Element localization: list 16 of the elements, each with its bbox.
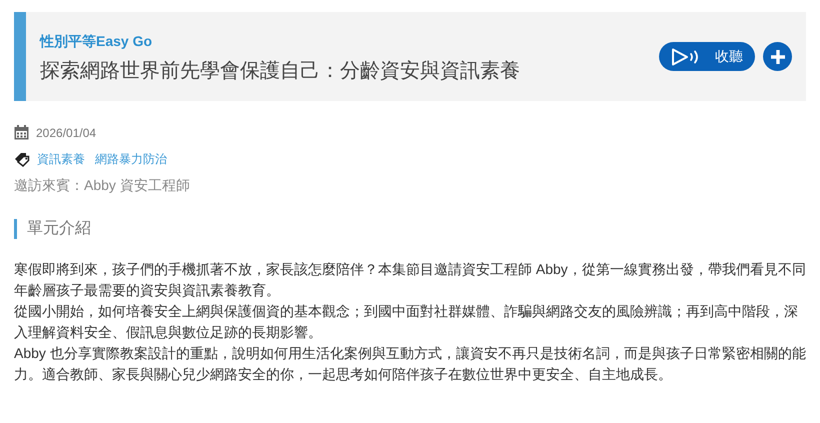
play-sound-icon — [671, 48, 701, 66]
section-heading: 單元介紹 — [14, 219, 806, 239]
paragraph: 從國小開始，如何培養安全上網與保護個資的基本觀念；到國中面對社群媒體、詐騙與網路交友的風險辨識；再到高中階段，深入理解資料安全、假訊息與數位足跡的長期影響。 — [14, 302, 799, 342]
tag-link[interactable]: 資訊素養 — [37, 151, 85, 168]
calendar-icon — [14, 125, 29, 140]
plus-icon — [770, 48, 786, 64]
tags-icon — [14, 152, 30, 167]
paragraph: Abby 也分享實際教案設計的重點，說明如何用生活化案例與互動方式，讓資安不再只是技術名詞，而是與孩子日常緊密相關的能力。適合教師、家長與關心兒少網路安全的你，一起思考如何陪伴孩子在數位世界中更安全、自主地成長。 — [14, 344, 806, 384]
series-name[interactable]: 性別平等Easy Go — [40, 33, 152, 51]
guest-info: 邀訪來賓：Abby 資安工程師 — [14, 177, 191, 195]
tag-link[interactable]: 網路暴力防治 — [95, 151, 167, 168]
add-button[interactable] — [763, 42, 792, 71]
paragraph: 寒假即將到來，孩子們的手機抓著不放，家長該怎麼陪伴？本集節目邀請資安工程師 Abby，從第一線實務出發，帶我們看見不同年齡層孩子最需要的資安與資訊素養教育。 — [14, 260, 806, 300]
publish-date: 2026/01/04 — [36, 126, 96, 140]
listen-button[interactable]: 收聽 — [659, 42, 755, 71]
episode-title: 探索網路世界前先學會保護自己：分齡資安與資訊素養 — [40, 59, 520, 84]
